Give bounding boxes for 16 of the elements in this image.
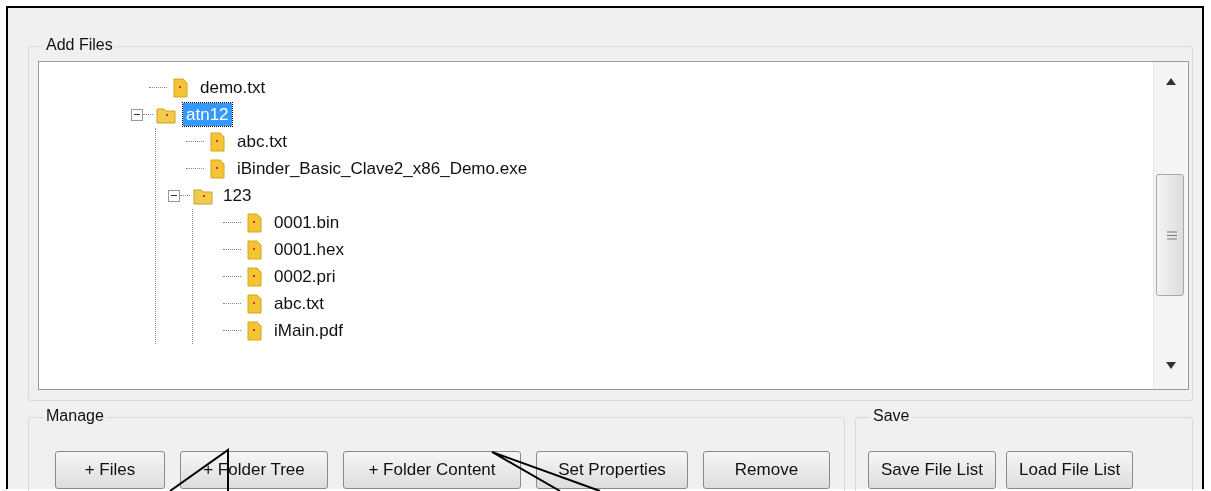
action-button[interactable]: + Files [55,451,165,489]
tree-file[interactable]: abc.txt [234,130,291,153]
action-button[interactable]: Remove [703,451,830,489]
action-button[interactable]: Set Properties [536,451,688,489]
action-button[interactable]: Save File List [868,451,997,489]
tree-file[interactable]: abc.txt [271,292,328,315]
tree-file[interactable]: iMain.pdf [271,319,346,342]
tree-file[interactable]: demo.txt [197,76,269,99]
group-label: Manage [43,406,107,426]
tree-file[interactable]: 0001.bin [271,211,343,234]
action-button[interactable]: Load File List [1006,451,1134,489]
tree-file[interactable]: 0002.pri [271,265,339,288]
tree-folder[interactable]: 123 [220,184,255,207]
tree-file[interactable]: iBinder_Basic_Clave2_x86_Demo.exe [234,157,531,180]
tree-file[interactable]: 0001.hex [271,238,347,261]
action-button[interactable]: + Folder Content [343,451,521,489]
